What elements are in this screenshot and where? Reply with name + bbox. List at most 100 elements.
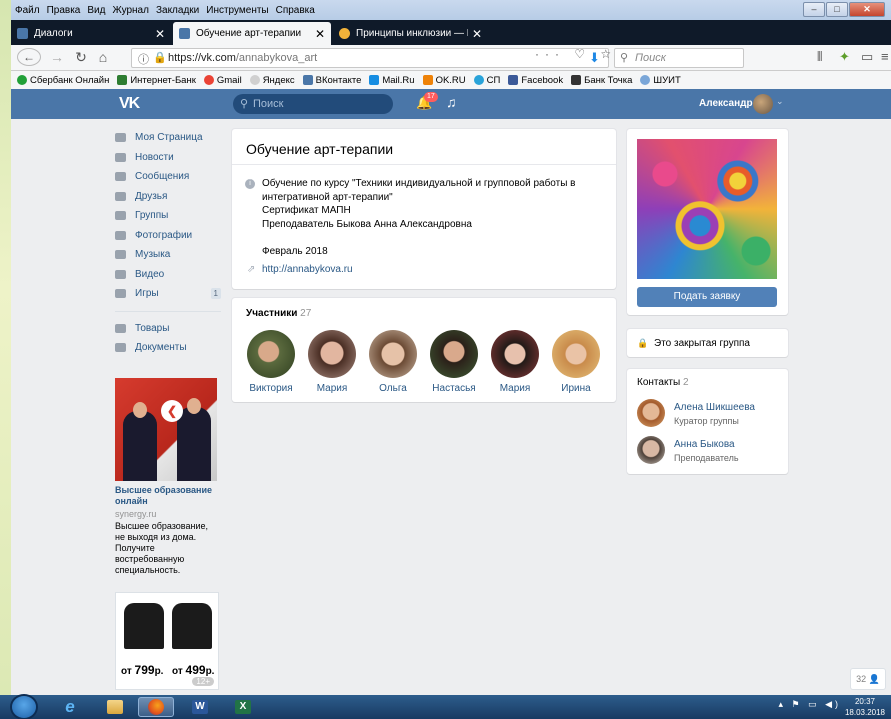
bookmark-mailru[interactable]: Mail.Ru [369, 75, 415, 86]
contact-item[interactable]: Анна Быкова Преподаватель [637, 436, 782, 468]
tochka-icon [571, 75, 582, 85]
member-item[interactable]: Виктория [241, 330, 301, 394]
group-cover-image[interactable] [637, 139, 777, 279]
close-window-button[interactable]: ✕ [849, 2, 885, 17]
browser-search-input[interactable]: ⚲ Поиск [614, 48, 744, 68]
contact-name[interactable]: Анна Быкова [674, 439, 735, 450]
member-item[interactable]: Мария [302, 330, 362, 394]
sidebar-item-messages[interactable]: Сообщения [115, 167, 221, 187]
sidebar-item-photos[interactable]: Фотографии [115, 226, 221, 246]
tab-dialogs[interactable]: Диалоги ✕ [11, 22, 171, 45]
bookmark-internet-bank[interactable]: Интернет-Банк [117, 75, 196, 86]
system-tray[interactable]: ▴ ⚑ ▭ ◀) [778, 699, 841, 710]
games-icon [115, 289, 126, 299]
member-item[interactable]: Настасья [424, 330, 484, 394]
home-icon[interactable]: ⌂ [93, 49, 113, 65]
sidebar-item-groups[interactable]: Группы [115, 206, 221, 226]
ad-count-badge: 12+ [192, 677, 214, 686]
sidebar-icon[interactable]: ▭ [861, 49, 873, 65]
library-icon[interactable]: ⫴ [817, 49, 822, 65]
avatar[interactable] [637, 399, 665, 427]
sidebar-item-games[interactable]: Игры 1 [115, 284, 221, 304]
menu-icon[interactable]: ≡ [881, 49, 889, 64]
menu-help[interactable]: Справка [273, 5, 318, 16]
sidebar-item-documents[interactable]: Документы [115, 338, 221, 358]
bookmark-facebook[interactable]: Facebook [508, 75, 563, 86]
menu-view[interactable]: Вид [84, 5, 108, 16]
vk-logo[interactable]: VK [119, 95, 140, 113]
bookmark-sp[interactable]: СП [473, 75, 500, 86]
avatar[interactable] [430, 330, 478, 378]
user-avatar[interactable] [753, 94, 773, 114]
lock-icon: 🔒 [637, 338, 649, 348]
menu-edit[interactable]: Правка [44, 5, 84, 16]
member-item[interactable]: Ольга [363, 330, 423, 394]
chevron-down-icon[interactable]: ⌄ [776, 96, 784, 107]
ad-image[interactable]: ❮ [115, 378, 217, 481]
user-name[interactable]: Александр [699, 98, 753, 109]
avatar[interactable] [552, 330, 600, 378]
contact-item[interactable]: Алена Шикшеева Куратор группы [637, 399, 782, 431]
url-bar-actions[interactable]: ··· ♡ ☆ [535, 47, 617, 61]
sidebar-item-goods[interactable]: Товары [115, 319, 221, 339]
menu-bookmarks[interactable]: Закладки [153, 5, 202, 16]
bookmark-vkontakte[interactable]: ВКонтакте [302, 75, 361, 86]
closed-group-text: Это закрытая группа [654, 338, 750, 349]
tab-close-icon[interactable]: ✕ [155, 27, 165, 41]
clock[interactable]: 20:37 18.03.2018 [845, 696, 885, 718]
vk-icon [302, 75, 313, 85]
games-count-badge: 1 [210, 288, 221, 299]
menu-file[interactable]: Файл [12, 5, 43, 16]
bookmark-bank-tochka[interactable]: Банк Точка [571, 75, 632, 86]
excel-icon[interactable]: X [225, 697, 261, 717]
extension-icon[interactable]: ✦ [839, 49, 850, 65]
word-icon[interactable]: W [182, 697, 218, 717]
member-item[interactable]: Мария [485, 330, 545, 394]
ad-synergy[interactable]: ❮ Высшее образование онлайн synergy.ru В… [115, 378, 219, 576]
tab-art-therapy[interactable]: Обучение арт-терапии ✕ [173, 22, 331, 45]
avatar[interactable] [369, 330, 417, 378]
internet-explorer-icon[interactable]: e [52, 697, 88, 717]
reload-icon[interactable]: ↻ [71, 49, 91, 66]
bookmark-yandex[interactable]: Яндекс [249, 75, 295, 86]
start-button[interactable] [12, 696, 36, 718]
firefox-icon[interactable] [138, 697, 174, 717]
tab-close-icon[interactable]: ✕ [472, 27, 482, 41]
back-icon[interactable]: ← [17, 48, 41, 66]
ad-hoodies[interactable]: от 799р. от 499р. 12+ [115, 592, 219, 690]
group-link[interactable]: http://annabykova.ru [262, 264, 353, 275]
join-request-button[interactable]: Подать заявку [637, 287, 777, 307]
member-item[interactable]: Ирина [546, 330, 606, 394]
bookmark-okru[interactable]: OK.RU [422, 75, 466, 86]
file-explorer-icon[interactable] [97, 697, 133, 717]
minimize-button[interactable]: – [803, 2, 825, 17]
contact-name[interactable]: Алена Шикшеева [674, 402, 755, 413]
forward-icon[interactable]: → [47, 49, 67, 65]
home-icon [115, 133, 126, 143]
avatar[interactable] [637, 436, 665, 464]
bookmark-shuit[interactable]: ШУИТ [640, 75, 681, 86]
members-header[interactable]: Участники 27 [246, 308, 311, 319]
bookmark-gmail[interactable]: Gmail [203, 75, 242, 86]
ad-title[interactable]: Высшее образование онлайн [115, 485, 219, 507]
sidebar-item-music[interactable]: Музыка [115, 245, 221, 265]
avatar[interactable] [491, 330, 539, 378]
sidebar-item-friends[interactable]: Друзья [115, 187, 221, 207]
music-note-icon[interactable]: ♫ [446, 94, 457, 110]
friends-online-button[interactable]: 32 👤 [851, 669, 885, 689]
avatar[interactable] [247, 330, 295, 378]
vk-header: VK ⚲ Поиск 🔔 17 ♫ Александр ⌄ [11, 89, 891, 119]
info-icon[interactable]: ⓘ [138, 51, 149, 67]
vk-search-input[interactable]: ⚲ Поиск [233, 94, 393, 114]
menu-tools[interactable]: Инструменты [203, 5, 271, 16]
menu-history[interactable]: Журнал [109, 5, 152, 16]
sidebar-item-my-page[interactable]: Моя Страница [115, 128, 221, 148]
maximize-button[interactable]: □ [826, 2, 848, 17]
avatar[interactable] [308, 330, 356, 378]
sidebar-item-news[interactable]: Новости [115, 148, 221, 168]
tab-inclusion[interactable]: Принципы инклюзии — Нау... ✕ [333, 22, 488, 45]
contacts-header[interactable]: Контакты 2 [637, 377, 689, 388]
tab-close-icon[interactable]: ✕ [315, 27, 325, 41]
sidebar-item-video[interactable]: Видео [115, 265, 221, 285]
bookmark-sberbank[interactable]: Сбербанк Онлайн [17, 75, 109, 86]
